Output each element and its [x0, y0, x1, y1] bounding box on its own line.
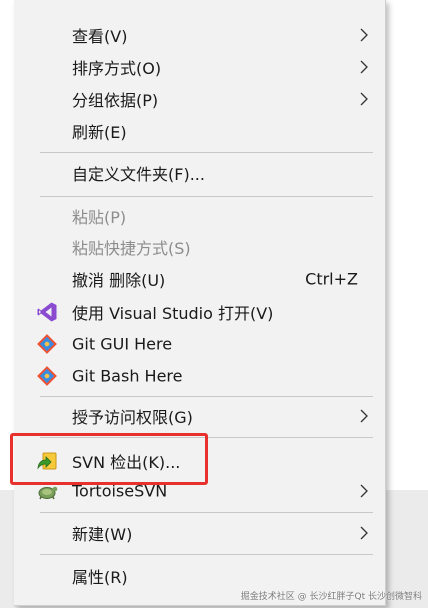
menu-item-customize-folder[interactable]: 自定义文件夹(F)... [14, 157, 385, 189]
menu-item-label: 排序方式(O) [72, 59, 162, 78]
menu-separator [40, 396, 373, 397]
menu-item-label: 粘贴快捷方式(S) [72, 239, 191, 258]
menu-item-sort[interactable]: 排序方式(O) [14, 51, 385, 83]
menu-item-group[interactable]: 分组依据(P) [14, 83, 385, 115]
menu-separator [40, 152, 373, 153]
menu-item-label: 属性(R) [72, 568, 128, 587]
menu-item-label: 刷新(E) [72, 123, 127, 142]
menu-item-label: 撤消 删除(U) [72, 271, 166, 290]
menu-item-paste-shortcut[interactable]: 粘贴快捷方式(S) [14, 231, 385, 263]
menu-item-view[interactable]: 查看(V) [14, 19, 385, 51]
menu-item-label: 分组依据(P) [72, 91, 159, 110]
menu-item-label: 新建(W) [72, 525, 133, 544]
menu-separator [40, 196, 373, 197]
menu-item-git-bash[interactable]: Git Bash Here [14, 360, 385, 392]
menu-item-label: Git Bash Here [72, 366, 183, 386]
menu-item-git-gui[interactable]: Git GUI Here [14, 328, 385, 360]
menu-item-label: 粘贴(P) [72, 208, 127, 227]
context-menu: 查看(V) 排序方式(O) 分组依据(P) 刷新(E) 自定义文件夹(F)...… [14, 0, 386, 606]
menu-item-properties[interactable]: 属性(R) [14, 560, 385, 592]
git-icon [37, 366, 57, 386]
visual-studio-icon [37, 302, 57, 322]
menu-item-label: 查看(V) [72, 27, 128, 46]
menu-item-refresh[interactable]: 刷新(E) [14, 115, 385, 147]
git-icon [37, 334, 57, 354]
highlight-annotation-box [10, 433, 208, 485]
shortcut-text: Ctrl+Z [305, 269, 358, 289]
menu-item-label: 使用 Visual Studio 打开(V) [72, 304, 274, 323]
menu-item-label: 授予访问权限(G) [72, 408, 193, 427]
menu-item-undo-delete[interactable]: 撤消 删除(U) Ctrl+Z [14, 263, 385, 295]
watermark-text: 掘金技术社区 @ 长沙红胖子Qt 长沙创微智科 [240, 592, 422, 602]
chevron-right-icon [360, 526, 368, 540]
chevron-right-icon [360, 484, 368, 498]
menu-item-label: Git GUI Here [72, 334, 173, 354]
menu-separator [40, 554, 373, 555]
menu-separator [40, 512, 373, 513]
chevron-right-icon [360, 60, 368, 74]
menu-item-new[interactable]: 新建(W) [14, 517, 385, 549]
chevron-right-icon [360, 92, 368, 106]
chevron-right-icon [360, 409, 368, 423]
chevron-right-icon [360, 28, 368, 42]
menu-item-open-visual-studio[interactable]: 使用 Visual Studio 打开(V) [14, 296, 385, 328]
menu-item-paste[interactable]: 粘贴(P) [14, 200, 385, 232]
menu-item-label: 自定义文件夹(F)... [72, 165, 205, 184]
menu-item-grant-access[interactable]: 授予访问权限(G) [14, 400, 385, 432]
